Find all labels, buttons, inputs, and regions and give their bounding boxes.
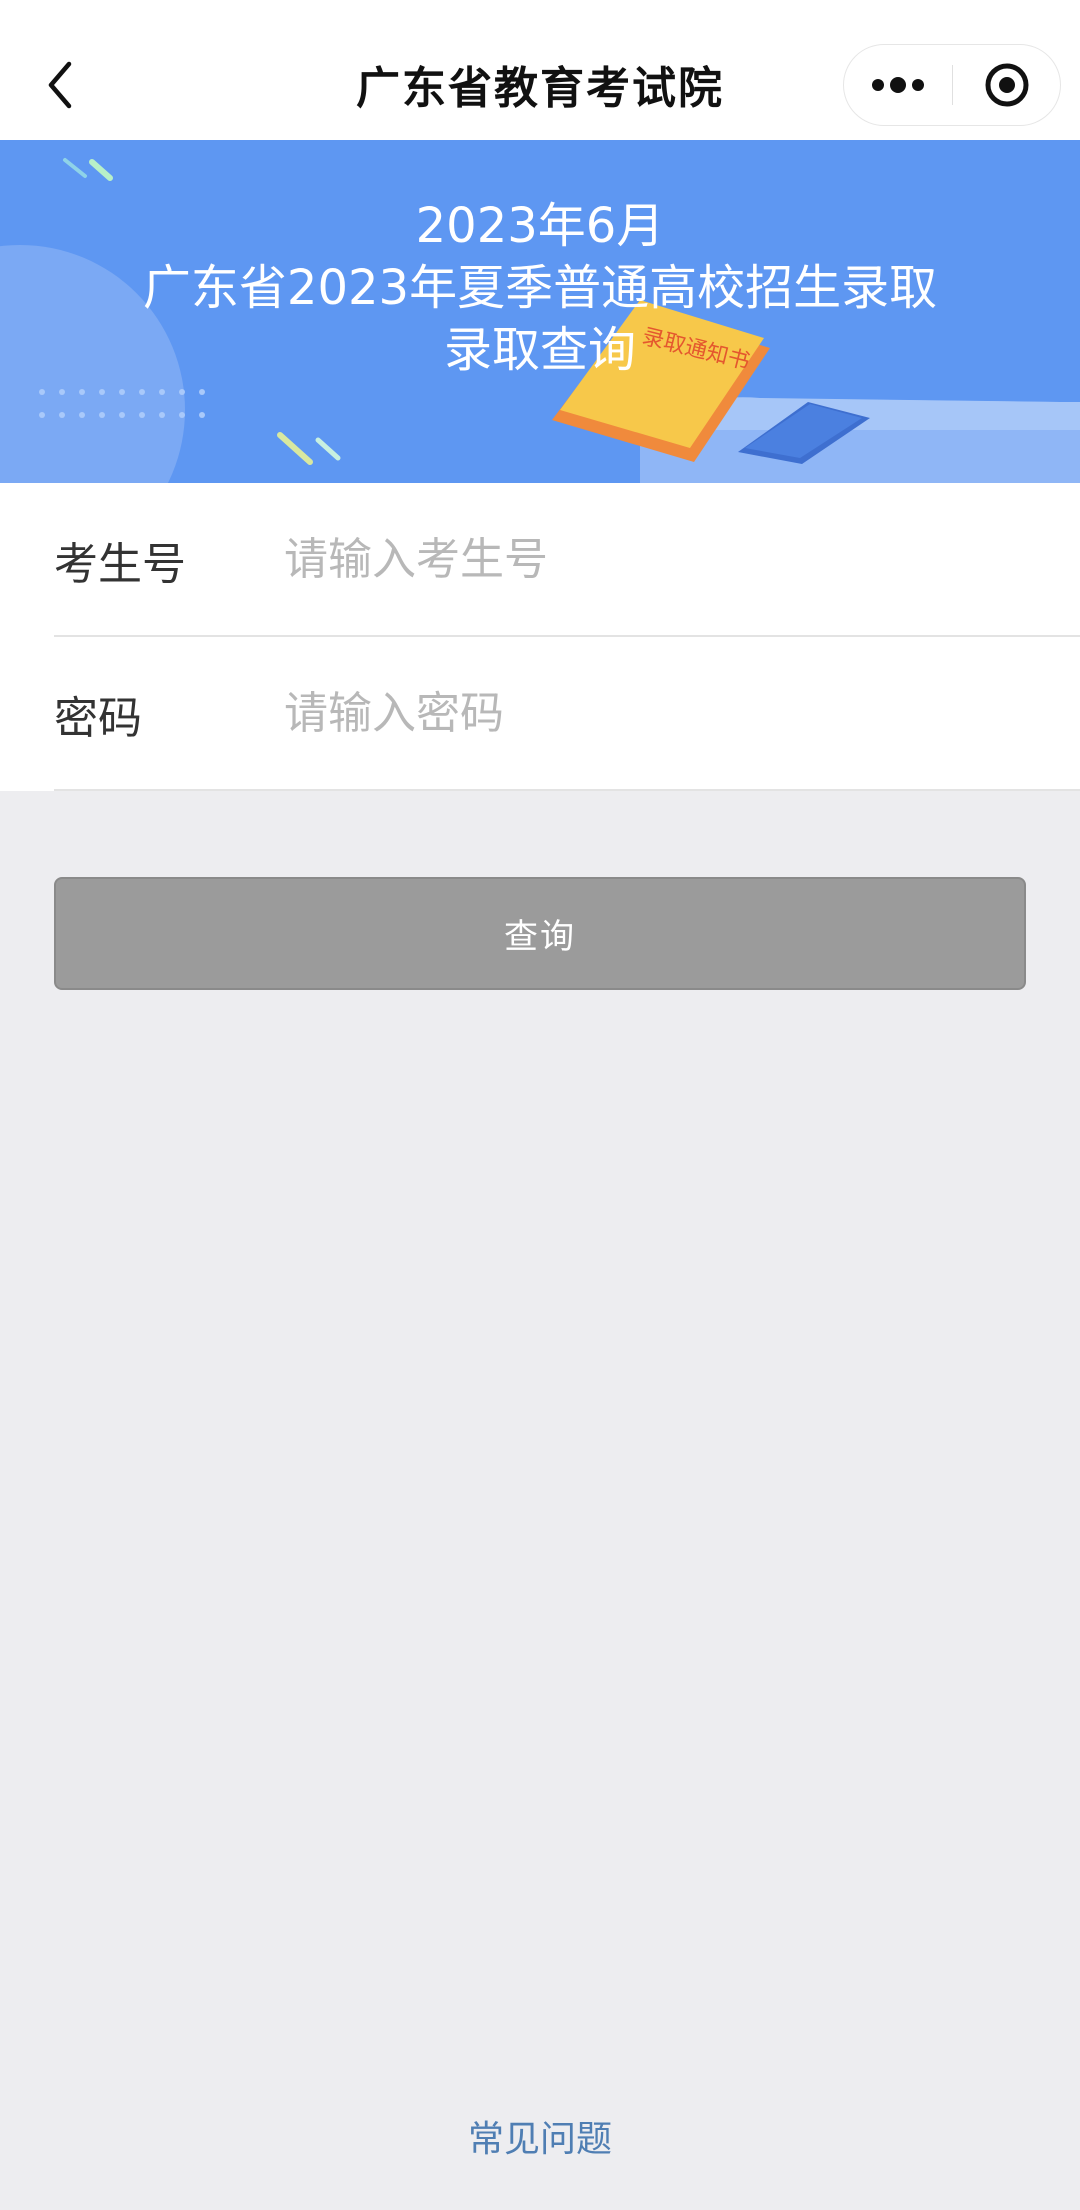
more-button[interactable] bbox=[844, 45, 952, 125]
password-row: 密码 bbox=[0, 637, 1080, 790]
banner-heading: 2023年6月 广东省2023年夏季普通高校招生录取 录取查询 bbox=[0, 195, 1080, 381]
more-icon bbox=[872, 77, 924, 93]
exam-number-label: 考生号 bbox=[54, 538, 186, 590]
target-close-icon bbox=[985, 63, 1029, 107]
form-divider-bottom bbox=[54, 789, 1080, 791]
close-mini-program-button[interactable] bbox=[953, 45, 1061, 125]
login-form: 考生号 密码 bbox=[0, 483, 1080, 791]
password-label: 密码 bbox=[54, 692, 142, 744]
exam-number-row: 考生号 bbox=[0, 483, 1080, 636]
faq-link[interactable]: 常见问题 bbox=[0, 2110, 1080, 2162]
mini-program-capsule bbox=[843, 44, 1061, 126]
banner-subtitle: 录取查询 bbox=[443, 322, 636, 378]
password-input[interactable] bbox=[284, 678, 1024, 749]
banner-date: 2023年6月 bbox=[415, 198, 665, 254]
query-button[interactable]: 查询 bbox=[54, 877, 1026, 990]
exam-number-input[interactable] bbox=[284, 524, 1024, 595]
header-bar: 广东省教育考试院 bbox=[0, 0, 1080, 140]
banner-title: 广东省2023年夏季普通高校招生录取 bbox=[142, 260, 938, 316]
banner: 录取通知书 2023年6月 广东省2023年夏季普通高校招生录取 录取查询 bbox=[0, 140, 1080, 483]
